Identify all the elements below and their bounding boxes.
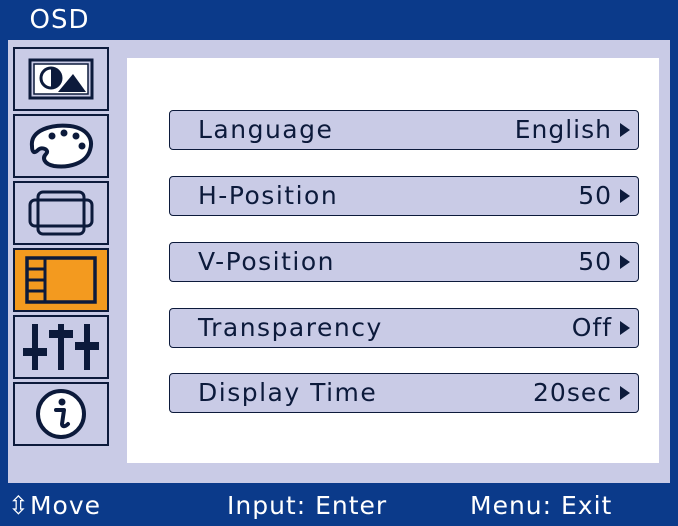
sidebar-item-osd-settings[interactable] — [13, 248, 109, 312]
sidebar-item-info[interactable] — [13, 382, 109, 446]
arrow-right-icon — [620, 321, 630, 335]
footer-move-hint: ⇳Move — [8, 485, 101, 526]
menu-item-display-time[interactable]: Display Time 20sec — [169, 373, 639, 413]
info-icon — [36, 389, 86, 439]
arrow-right-icon — [620, 255, 630, 269]
menu-item-value: 20sec — [533, 378, 612, 407]
geometry-icon — [28, 190, 94, 236]
menu-item-transparency[interactable]: Transparency Off — [169, 308, 639, 348]
sidebar-item-picture[interactable] — [13, 47, 109, 111]
footer-move-label: Move — [29, 491, 101, 520]
menu-item-value: 50 — [578, 181, 612, 210]
menu-item-label: Transparency — [198, 313, 383, 342]
menu-item-value: 50 — [578, 247, 612, 276]
sliders-icon — [23, 324, 99, 370]
footer-exit-hint: Menu: Exit — [470, 491, 613, 520]
menu-item-label: V-Position — [198, 247, 335, 276]
menu-item-label: Display Time — [198, 378, 378, 407]
arrow-right-icon — [620, 189, 630, 203]
sidebar-item-geometry[interactable] — [13, 181, 109, 245]
footer-enter-hint: Input: Enter — [227, 491, 388, 520]
color-palette-icon — [29, 123, 93, 169]
osd-settings-icon — [25, 256, 97, 304]
osd-window: OSD Language English H-Position 50 V-Pos… — [0, 0, 678, 526]
osd-footer: ⇳Move Input: Enter Menu: Exit — [0, 485, 678, 526]
menu-item-language[interactable]: Language English — [169, 110, 639, 150]
menu-item-label: H-Position — [198, 181, 339, 210]
up-down-arrow-icon: ⇳ — [8, 491, 30, 520]
menu-item-h-position[interactable]: H-Position 50 — [169, 176, 639, 216]
sidebar-item-color[interactable] — [13, 114, 109, 178]
sidebar-item-sliders[interactable] — [13, 315, 109, 379]
menu-item-value: Off — [571, 313, 612, 342]
menu-item-label: Language — [198, 115, 334, 144]
osd-title: OSD — [29, 5, 90, 35]
arrow-right-icon — [620, 123, 630, 137]
picture-icon — [28, 58, 94, 100]
menu-item-v-position[interactable]: V-Position 50 — [169, 242, 639, 282]
menu-item-value: English — [514, 115, 612, 144]
arrow-right-icon — [620, 386, 630, 400]
